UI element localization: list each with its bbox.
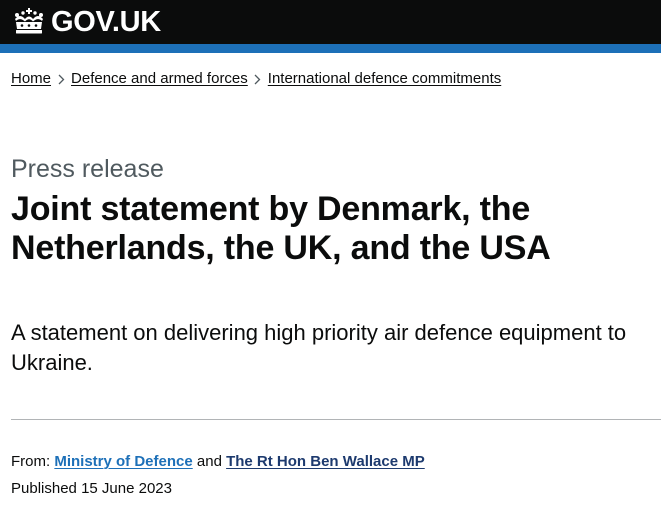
person-link-ben-wallace[interactable]: The Rt Hon Ben Wallace MP — [226, 453, 425, 470]
published-label: Published — [11, 480, 77, 497]
page-title: Joint statement by Denmark, the Netherla… — [11, 190, 551, 267]
from-label: From: — [11, 453, 51, 470]
breadcrumb-link-home[interactable]: Home — [11, 69, 51, 89]
section-divider — [11, 419, 661, 420]
breadcrumb-link-international-commitments[interactable]: International defence commitments — [268, 69, 501, 89]
breadcrumb-link-defence[interactable]: Defence and armed forces — [71, 69, 248, 89]
page-lead-paragraph: A statement on delivering high priority … — [11, 320, 627, 375]
chevron-right-icon — [51, 69, 71, 89]
published-date: 15 June 2023 — [81, 480, 172, 497]
govuk-logo-link[interactable]: GOV.UK — [11, 4, 161, 40]
breadcrumb: Home Defence and armed forces Internatio… — [11, 69, 501, 89]
metadata-published: Published 15 June 2023 — [11, 479, 172, 499]
site-header: GOV.UK — [0, 0, 661, 53]
organisation-link-ministry-of-defence[interactable]: Ministry of Defence — [54, 453, 192, 470]
conjunction-text: and — [196, 453, 222, 470]
page-caption: Press release — [11, 155, 164, 183]
chevron-right-icon — [248, 69, 268, 89]
metadata-from: From: Ministry of Defence and The Rt Hon… — [11, 452, 425, 472]
crown-icon — [15, 8, 43, 34]
govuk-logo-text: GOV.UK — [51, 6, 161, 38]
